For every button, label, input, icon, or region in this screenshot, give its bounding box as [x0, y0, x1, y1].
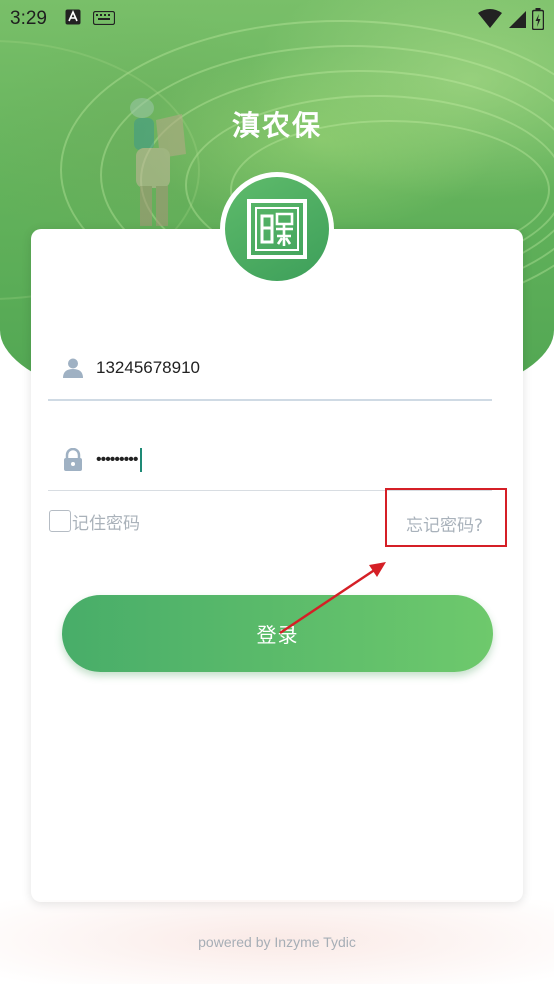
status-time: 3:29: [10, 8, 47, 29]
footer-text: powered by Inzyme Tydic: [198, 934, 356, 950]
wifi-icon: [478, 9, 502, 33]
status-bar: 3:29: [0, 0, 554, 38]
phone-value: 13245678910: [96, 358, 201, 377]
remember-checkbox[interactable]: [49, 510, 71, 532]
keyboard-icon: [92, 10, 116, 29]
login-button[interactable]: 登录: [62, 595, 493, 672]
login-card: [31, 229, 523, 902]
battery-icon: [531, 8, 545, 34]
text-input-indicator-icon: [65, 9, 81, 29]
forgot-password-link[interactable]: 忘记密码?: [406, 511, 483, 536]
app-title: 滇农保: [231, 109, 322, 142]
password-value: •••••••••: [96, 451, 138, 468]
lock-icon: [60, 447, 86, 473]
phone-field[interactable]: 13245678910: [48, 337, 492, 401]
cell-signal-icon: [508, 9, 526, 33]
password-field[interactable]: •••••••••: [48, 430, 492, 491]
text-cursor: [140, 448, 143, 472]
logo-badge: [220, 172, 334, 286]
remember-label: 记住密码: [72, 513, 140, 534]
remember-password[interactable]: 记住密码: [49, 510, 140, 534]
app-logo-icon: [225, 177, 329, 281]
user-icon: [60, 355, 86, 381]
